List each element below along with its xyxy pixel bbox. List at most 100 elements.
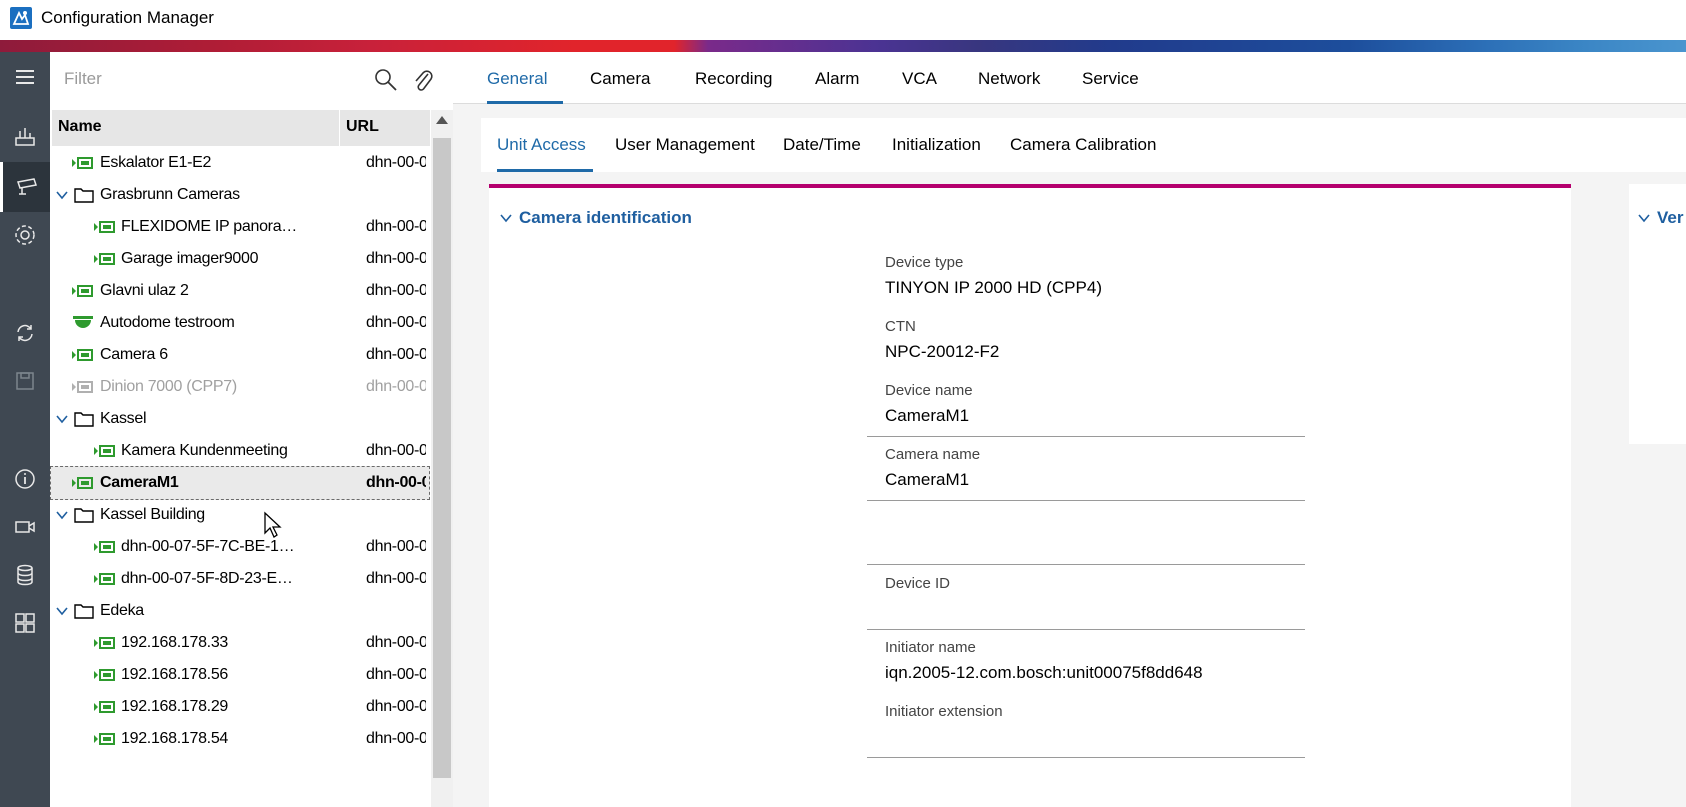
tree-row[interactable]: Eskalator E1-E2 dhn-00-07-5 bbox=[50, 146, 430, 180]
tree-row-url: dhn-00-07-5 bbox=[366, 474, 426, 491]
camera-device-icon bbox=[94, 669, 115, 681]
subtab-unit-access[interactable]: Unit Access bbox=[497, 135, 586, 155]
field-value: NPC-20012-F2 bbox=[885, 342, 1000, 361]
tree-row[interactable]: Kamera Kundenmeeting dhn-00-07-5 bbox=[50, 434, 430, 468]
tab-service[interactable]: Service bbox=[1082, 69, 1139, 89]
chevron-down-icon[interactable] bbox=[499, 212, 513, 224]
tree-row[interactable]: Glavni ulaz 2 dhn-00-07-5 bbox=[50, 274, 430, 308]
tree-row-name: dhn-00-07-5F-7C-BE-1… bbox=[121, 538, 295, 555]
main-content: General Camera Recording Alarm VCA Netwo… bbox=[453, 52, 1686, 807]
tree-row[interactable]: dhn-00-07-5F-7C-BE-1… dhn-00-07-5 bbox=[50, 530, 430, 564]
save-icon[interactable] bbox=[0, 356, 50, 406]
tree-scrollbar[interactable] bbox=[431, 110, 453, 807]
tree-folder-row[interactable]: Grasbrunn Cameras bbox=[50, 178, 430, 212]
scroll-up-arrow-icon[interactable] bbox=[436, 116, 448, 124]
camera-name-input[interactable]: CameraM1 bbox=[885, 470, 969, 490]
menu-icon[interactable] bbox=[0, 52, 50, 102]
chevron-down-icon[interactable] bbox=[1637, 212, 1651, 224]
camera-device-icon bbox=[72, 157, 93, 169]
tab-alarm[interactable]: Alarm bbox=[815, 69, 859, 89]
tree-row-name: FLEXIDOME IP panora… bbox=[121, 218, 298, 235]
tab-camera[interactable]: Camera bbox=[590, 69, 650, 89]
camera-device-icon bbox=[94, 253, 115, 265]
section-title[interactable]: Camera identification bbox=[519, 208, 692, 228]
column-separator[interactable] bbox=[339, 110, 340, 146]
tree-row-url: dhn-00-07-5 bbox=[366, 538, 426, 555]
column-header-url[interactable]: URL bbox=[346, 118, 379, 136]
supergraphic-bar bbox=[0, 40, 1686, 52]
info-icon[interactable] bbox=[0, 454, 50, 504]
field-value: iqn.2005-12.com.bosch:unit00075f8dd648 bbox=[885, 663, 1203, 682]
subtab-user-management[interactable]: User Management bbox=[615, 135, 755, 155]
tree-row[interactable]: Camera 6 dhn-00-07-5 bbox=[50, 338, 430, 372]
folder-icon bbox=[74, 508, 94, 523]
field-label: Initiator extension bbox=[885, 703, 1003, 720]
subtab-date-time[interactable]: Date/Time bbox=[783, 135, 861, 155]
camera-device-icon bbox=[94, 637, 115, 649]
tree-row-name: Camera 6 bbox=[100, 346, 168, 363]
camera-device-icon bbox=[94, 541, 115, 553]
camera-device-icon bbox=[72, 285, 93, 297]
subtab-camera-calibration[interactable]: Camera Calibration bbox=[1010, 135, 1156, 155]
sync-icon[interactable] bbox=[0, 308, 50, 358]
tree-row[interactable]: 192.168.178.56 dhn-00-07-5 bbox=[50, 658, 430, 692]
folder-icon bbox=[74, 188, 94, 203]
tree-folder-row[interactable]: Kassel bbox=[50, 402, 430, 436]
folder-icon bbox=[74, 412, 94, 427]
tree-row-name: Kamera Kundenmeeting bbox=[121, 442, 288, 459]
tree-row-url: dhn-00-07-5 bbox=[366, 570, 426, 587]
video-icon[interactable] bbox=[0, 502, 50, 552]
tree-row-name: Kassel Building bbox=[100, 506, 205, 523]
tree-row-offline[interactable]: Dinion 7000 (CPP7) dhn-00-07-5 bbox=[50, 370, 430, 404]
chevron-down-icon[interactable] bbox=[56, 605, 68, 617]
database-icon[interactable] bbox=[0, 550, 50, 600]
chevron-down-icon[interactable] bbox=[56, 509, 68, 521]
tree-row[interactable]: Garage imager9000 dhn-00-07-5 bbox=[50, 242, 430, 276]
device-tree-panel: Name URL Eskalator E1-E2 dhn-00-07-5 Gra… bbox=[50, 52, 453, 807]
camera-icon[interactable] bbox=[0, 162, 50, 212]
active-tab-indicator bbox=[487, 101, 563, 104]
tree-row-name: 192.168.178.54 bbox=[121, 730, 229, 747]
tree-row[interactable]: dhn-00-07-5F-8D-23-E… dhn-00-07-5 bbox=[50, 562, 430, 596]
tree-row[interactable]: Autodome testroom dhn-00-07-5 bbox=[50, 306, 430, 340]
tab-network[interactable]: Network bbox=[978, 69, 1040, 89]
settings-icon[interactable] bbox=[0, 210, 50, 260]
tree-row-name: 192.168.178.33 bbox=[121, 634, 229, 651]
devices-icon[interactable] bbox=[0, 112, 50, 162]
tree-row-selected[interactable]: CameraM1 dhn-00-07-5 bbox=[50, 466, 430, 500]
device-name-input[interactable]: CameraM1 bbox=[885, 406, 969, 426]
chevron-down-icon[interactable] bbox=[56, 189, 68, 201]
field-label: Device ID bbox=[885, 575, 951, 592]
chevron-down-icon[interactable] bbox=[56, 413, 68, 425]
column-header-name[interactable]: Name bbox=[58, 118, 102, 136]
grid-icon[interactable] bbox=[0, 598, 50, 648]
field-underline bbox=[867, 629, 1305, 630]
scroll-thumb[interactable] bbox=[433, 138, 451, 778]
tree-row[interactable]: 192.168.178.54 dhn-00-07-5 bbox=[50, 722, 430, 756]
mouse-cursor-icon bbox=[264, 511, 282, 538]
tree-row-url: dhn-00-07-5 bbox=[366, 250, 426, 267]
tree-row-name: Glavni ulaz 2 bbox=[100, 282, 189, 299]
field-label: Camera name bbox=[885, 446, 981, 463]
subtab-initialization[interactable]: Initialization bbox=[892, 135, 981, 155]
paperclip-icon[interactable] bbox=[412, 66, 434, 94]
tree-header: Name URL bbox=[52, 110, 430, 146]
field-underline bbox=[867, 757, 1305, 758]
tab-recording[interactable]: Recording bbox=[695, 69, 773, 89]
side-section-title[interactable]: Ver bbox=[1657, 208, 1683, 228]
tree-row[interactable]: 192.168.178.29 dhn-00-07-5 bbox=[50, 690, 430, 724]
tree-row-name: Dinion 7000 (CPP7) bbox=[100, 378, 237, 395]
dome-camera-icon bbox=[73, 316, 93, 328]
tree-row-url: dhn-00-07-5 bbox=[366, 442, 426, 459]
search-icon[interactable] bbox=[372, 66, 400, 94]
tree-row-url: dhn-00-07-5 bbox=[366, 378, 426, 395]
sub-tab-bar: Unit Access User Management Date/Time In… bbox=[481, 118, 1686, 172]
tree-row[interactable]: 192.168.178.33 dhn-00-07-5 bbox=[50, 626, 430, 660]
tree-folder-row[interactable]: Kassel Building bbox=[50, 498, 430, 532]
tree-folder-row[interactable]: Edeka bbox=[50, 594, 430, 628]
tab-general[interactable]: General bbox=[487, 69, 547, 89]
tab-vca[interactable]: VCA bbox=[902, 69, 937, 89]
filter-input[interactable] bbox=[64, 64, 364, 94]
tree-row[interactable]: FLEXIDOME IP panora… dhn-00-07-5 bbox=[50, 210, 430, 244]
tree-row-url: dhn-00-07-5 bbox=[366, 634, 426, 651]
